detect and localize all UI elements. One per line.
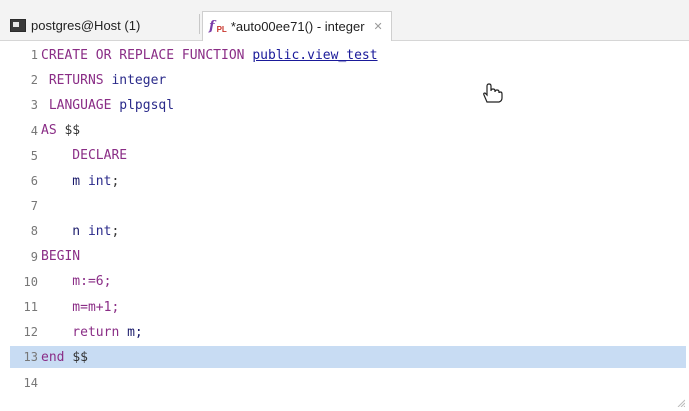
code-line[interactable]: 3 LANGUAGE plpgsql [10, 94, 686, 116]
database-sql-icon [10, 18, 26, 32]
code-token: plpgsql [119, 97, 175, 113]
code-token: integer [111, 72, 167, 88]
line-number: 11 [23, 300, 38, 314]
plpgsql-function-icon: f [209, 19, 215, 34]
code-token: m [41, 173, 88, 189]
sql-editor-window: postgres@Host (1) f PL *auto00ee71() - i… [0, 0, 689, 411]
code-line[interactable]: 6 m int; [10, 170, 686, 192]
code-line[interactable]: 5 DECLARE [10, 145, 686, 167]
line-number: 14 [23, 375, 38, 390]
code-token: return [41, 324, 128, 340]
code-token: RETURNS [41, 72, 112, 88]
code-token: int [87, 173, 112, 189]
resize-grip-icon[interactable] [677, 399, 685, 407]
code-token: $$ [64, 123, 81, 139]
tab-function-auto00ee71[interactable]: f PL *auto00ee71() - integer ✕ [202, 11, 392, 41]
code-line[interactable]: 11 m=m+1; [10, 296, 686, 318]
code-token: DECLARE [41, 148, 128, 164]
code-line[interactable]: 14 [10, 372, 686, 394]
code-token: BEGIN [41, 249, 81, 265]
line-number: 2 [30, 73, 38, 88]
editor-tab-bar: postgres@Host (1) f PL *auto00ee71() - i… [0, 0, 689, 41]
line-number: 13 [23, 350, 38, 365]
code-line[interactable]: 8 n int; [10, 220, 686, 242]
code-token: m; [127, 324, 143, 340]
code-line[interactable]: 13 end $$ [10, 346, 686, 369]
code-token: int [87, 223, 112, 239]
tab-label: *auto00ee71() - integer [230, 19, 365, 34]
line-number: 1 [30, 48, 38, 62]
tab-postgres-host[interactable]: postgres@Host (1) [10, 12, 140, 38]
line-number: 10 [23, 274, 38, 289]
code-line[interactable]: 12 return m; [10, 321, 686, 343]
line-number: 3 [30, 98, 38, 113]
code-line[interactable]: 4 AS $$ [10, 120, 686, 142]
code-token: end [41, 349, 73, 365]
function-name-link[interactable]: public.view_test [252, 48, 377, 63]
line-number: 9 [30, 249, 38, 264]
tab-label: postgres@Host (1) [31, 17, 141, 33]
code-line[interactable]: 9 BEGIN [10, 246, 686, 268]
code-editor[interactable]: 1 CREATE OR REPLACE FUNCTION public.view_… [10, 44, 686, 411]
line-number: 12 [23, 325, 38, 340]
code-line[interactable]: 2 RETURNS integer [10, 69, 686, 91]
code-token: n [41, 223, 88, 239]
code-line[interactable]: 10 m:=6; [10, 271, 686, 293]
code-token: LANGUAGE [41, 97, 120, 113]
line-number: 6 [30, 174, 38, 188]
line-number: 4 [30, 123, 38, 138]
line-number: 7 [30, 199, 38, 214]
code-token: $$ [72, 349, 88, 365]
code-line[interactable]: 1 CREATE OR REPLACE FUNCTION public.view_… [10, 44, 686, 66]
code-token: CREATE OR REPLACE FUNCTION [41, 47, 253, 63]
line-number: 8 [30, 224, 38, 239]
code-token: m:=6; [41, 274, 112, 290]
code-token: ; [111, 223, 120, 239]
code-token: ; [111, 173, 120, 189]
plpgsql-badge: PL [216, 25, 227, 34]
line-number: 5 [30, 148, 38, 163]
code-token: m=m+1; [41, 299, 120, 315]
close-tab-icon[interactable]: ✕ [374, 20, 383, 33]
hand-pointer-icon [483, 83, 503, 103]
code-token: AS [41, 123, 65, 139]
code-line[interactable]: 7 [10, 195, 686, 217]
tab-divider [199, 14, 200, 34]
